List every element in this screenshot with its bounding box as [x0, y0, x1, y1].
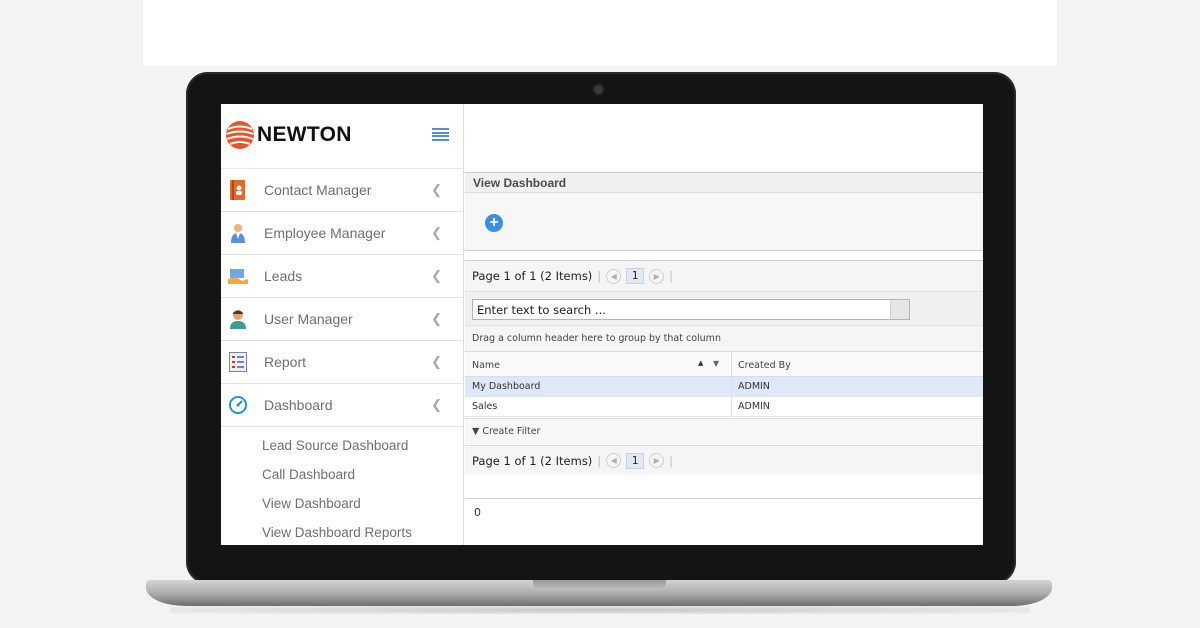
sidebar: NEWTON Contact Manager ❮ Employee Manage… — [221, 104, 464, 545]
pager-separator: | — [669, 269, 674, 283]
laptop-screen: NEWTON Contact Manager ❮ Employee Manage… — [221, 104, 983, 545]
laptop-hinge-notch — [533, 580, 666, 590]
pager-text: Page 1 of 1 (2 Items) — [472, 453, 593, 468]
pager-separator: | — [669, 453, 674, 468]
newton-logo: NEWTON — [225, 118, 352, 152]
submenu-item-lead-source-dashboard[interactable]: Lead Source Dashboard — [221, 431, 464, 460]
report-icon — [228, 352, 248, 372]
pager-text: Page 1 of 1 (2 Items) — [472, 269, 593, 283]
create-filter-row[interactable]: ▼ Create Filter — [465, 418, 983, 444]
column-header-created-by[interactable]: Created By — [738, 360, 791, 371]
sidebar-item-label: Dashboard — [264, 397, 333, 413]
table-row[interactable]: My Dashboard ADMIN — [465, 377, 983, 397]
sidebar-item-label: Contact Manager — [264, 182, 372, 198]
pager-separator: | — [597, 269, 602, 283]
search-input[interactable] — [472, 299, 910, 320]
cell-created-by: ADMIN — [738, 381, 770, 392]
chevron-left-icon: ❮ — [431, 182, 442, 197]
table-row[interactable]: Sales ADMIN — [465, 397, 983, 417]
chevron-left-icon: ❮ — [431, 268, 442, 283]
chevron-left-icon: ❮ — [431, 354, 442, 369]
page-number-button[interactable]: 1 — [626, 452, 645, 469]
column-divider — [731, 352, 732, 378]
sidebar-item-dashboard[interactable]: Dashboard ❮ — [221, 383, 464, 426]
sidebar-item-label: Report — [264, 354, 307, 370]
sidebar-item-label: User Manager — [264, 311, 353, 327]
panel-toolbar — [465, 193, 983, 251]
chevron-left-icon: ❮ — [431, 225, 442, 240]
pager-bottom: Page 1 of 1 (2 Items) | ◀ 1 ▶ | — [465, 445, 983, 475]
prev-page-icon[interactable]: ◀ — [606, 453, 622, 468]
sidebar-item-label: Employee Manager — [264, 225, 386, 241]
sidebar-item-contact-manager[interactable]: Contact Manager ❮ — [221, 168, 464, 211]
laptop-shadow — [170, 606, 1030, 614]
sidebar-menu: Contact Manager ❮ Employee Manager ❮ Lea… — [221, 168, 464, 545]
sidebar-item-user-manager[interactable]: User Manager ❮ — [221, 297, 464, 340]
create-filter-label: Create Filter — [482, 426, 541, 437]
dashboard-submenu: Lead Source Dashboard Call Dashboard Vie… — [221, 426, 464, 545]
dashboard-grid: Page 1 of 1 (2 Items) | ◀ 1 ▶ | Drag a c… — [465, 260, 983, 499]
search-clear-button[interactable] — [890, 300, 909, 319]
next-page-icon[interactable]: ▶ — [649, 268, 665, 284]
webcam — [594, 85, 603, 94]
contact-book-icon — [228, 180, 248, 200]
cell-name: My Dashboard — [472, 381, 541, 392]
main-content: View Dashboard + Page 1 of 1 (2 Items) |… — [465, 104, 983, 545]
cell-name: Sales — [472, 401, 498, 412]
submenu-item-call-dashboard[interactable]: Call Dashboard — [221, 460, 464, 489]
panel-title: View Dashboard — [465, 172, 983, 193]
column-divider — [731, 377, 732, 397]
sidebar-item-leads[interactable]: Leads ❮ — [221, 254, 464, 297]
user-icon — [228, 309, 248, 329]
logo-globe-icon — [226, 121, 254, 149]
dashboard-gauge-icon — [228, 395, 248, 415]
search-row — [465, 291, 983, 325]
sidebar-item-employee-manager[interactable]: Employee Manager ❮ — [221, 211, 464, 254]
sort-ascending-icon[interactable]: ▲ — [698, 359, 703, 367]
page-number-button[interactable]: 1 — [626, 268, 645, 284]
group-by-hint: Drag a column header here to group by th… — [465, 325, 983, 351]
column-divider — [731, 397, 732, 417]
next-page-icon[interactable]: ▶ — [649, 453, 665, 468]
leads-handshake-icon — [228, 266, 248, 286]
employee-icon — [228, 223, 248, 243]
footer-value: 0 — [474, 506, 481, 519]
logo-text: NEWTON — [257, 123, 352, 146]
column-header-row: Name ▲ ▼ Created By — [465, 351, 983, 378]
cell-created-by: ADMIN — [738, 401, 770, 412]
sidebar-item-report[interactable]: Report ❮ — [221, 340, 464, 383]
hamburger-menu-icon[interactable] — [432, 128, 449, 141]
filter-icon[interactable]: ▼ — [713, 359, 719, 368]
submenu-item-view-dashboard[interactable]: View Dashboard — [221, 489, 464, 518]
pager-top: Page 1 of 1 (2 Items) | ◀ 1 ▶ | — [465, 261, 983, 291]
pager-separator: | — [597, 453, 602, 468]
submenu-item-view-dashboard-reports[interactable]: View Dashboard Reports — [221, 518, 464, 545]
chevron-left-icon: ❮ — [431, 311, 442, 326]
filter-funnel-icon: ▼ — [472, 426, 480, 437]
column-header-name[interactable]: Name — [472, 360, 500, 371]
sidebar-item-label: Leads — [264, 268, 303, 284]
top-background-band — [143, 0, 1057, 66]
chevron-left-icon: ❮ — [431, 397, 442, 412]
plus-circle-icon[interactable]: + — [485, 214, 503, 232]
prev-page-icon[interactable]: ◀ — [606, 268, 622, 284]
